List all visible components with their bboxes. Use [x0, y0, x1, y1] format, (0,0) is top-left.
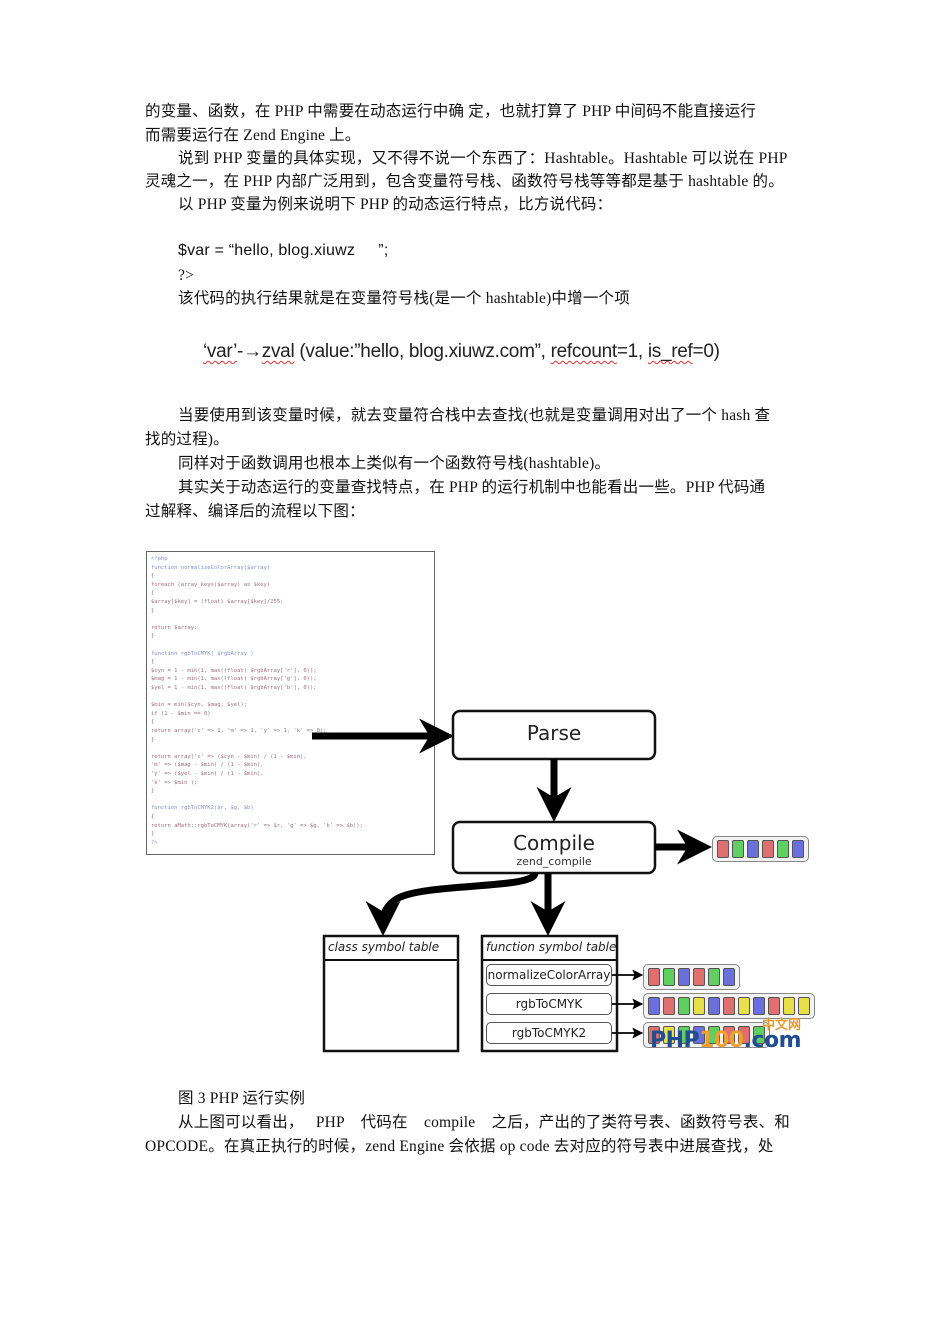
figure-caption: 图 3 PHP 运行实例 — [178, 1090, 306, 1107]
opcode-block — [723, 968, 735, 986]
opcode-block — [693, 968, 705, 986]
opcode-block — [693, 997, 705, 1015]
opcode-block — [738, 997, 750, 1015]
paragraph-line: 从上图可以看出， PHP 代码在 compile 之后，产出的了类符号表、函数符… — [178, 1114, 790, 1131]
opcode-block — [768, 997, 780, 1015]
opcode-block — [747, 840, 759, 858]
opcode-block — [663, 968, 675, 986]
opcode-block — [708, 997, 720, 1015]
opcode-block — [732, 840, 744, 858]
function-entry: rgbToCMYK — [486, 993, 612, 1015]
opcode-block — [798, 997, 810, 1015]
opcode-block — [663, 997, 675, 1015]
arrow-compile-to-class-table — [365, 871, 539, 936]
compile-sublabel: zend_compile — [516, 855, 592, 868]
function-entry: rgbToCMYK2 — [486, 1022, 612, 1044]
opcode-block — [648, 968, 660, 986]
opcode-block — [753, 997, 765, 1015]
opcode-block — [648, 997, 660, 1015]
opcode-block — [783, 997, 795, 1015]
function-symbol-table-title: function symbol table — [486, 940, 617, 954]
function-entry: normalizeColorArray — [486, 964, 612, 986]
opcode-block — [777, 840, 789, 858]
paragraph-line: OPCODE。在真正执行的时候，zend Engine 会依据 op code … — [145, 1138, 774, 1155]
opcode-block — [762, 840, 774, 858]
opcode-block — [678, 968, 690, 986]
watermark-cn: 中文网 — [762, 1018, 802, 1033]
opcode-array-function — [643, 964, 740, 990]
opcode-block — [717, 840, 729, 858]
class-symbol-table-title: class symbol table — [328, 940, 440, 954]
parse-label: Parse — [527, 721, 581, 745]
opcode-block — [708, 968, 720, 986]
opcode-block — [678, 997, 690, 1015]
opcode-block — [792, 840, 804, 858]
opcode-array-main — [712, 836, 809, 862]
opcode-block — [723, 997, 735, 1015]
compile-label: Compile — [513, 831, 595, 855]
